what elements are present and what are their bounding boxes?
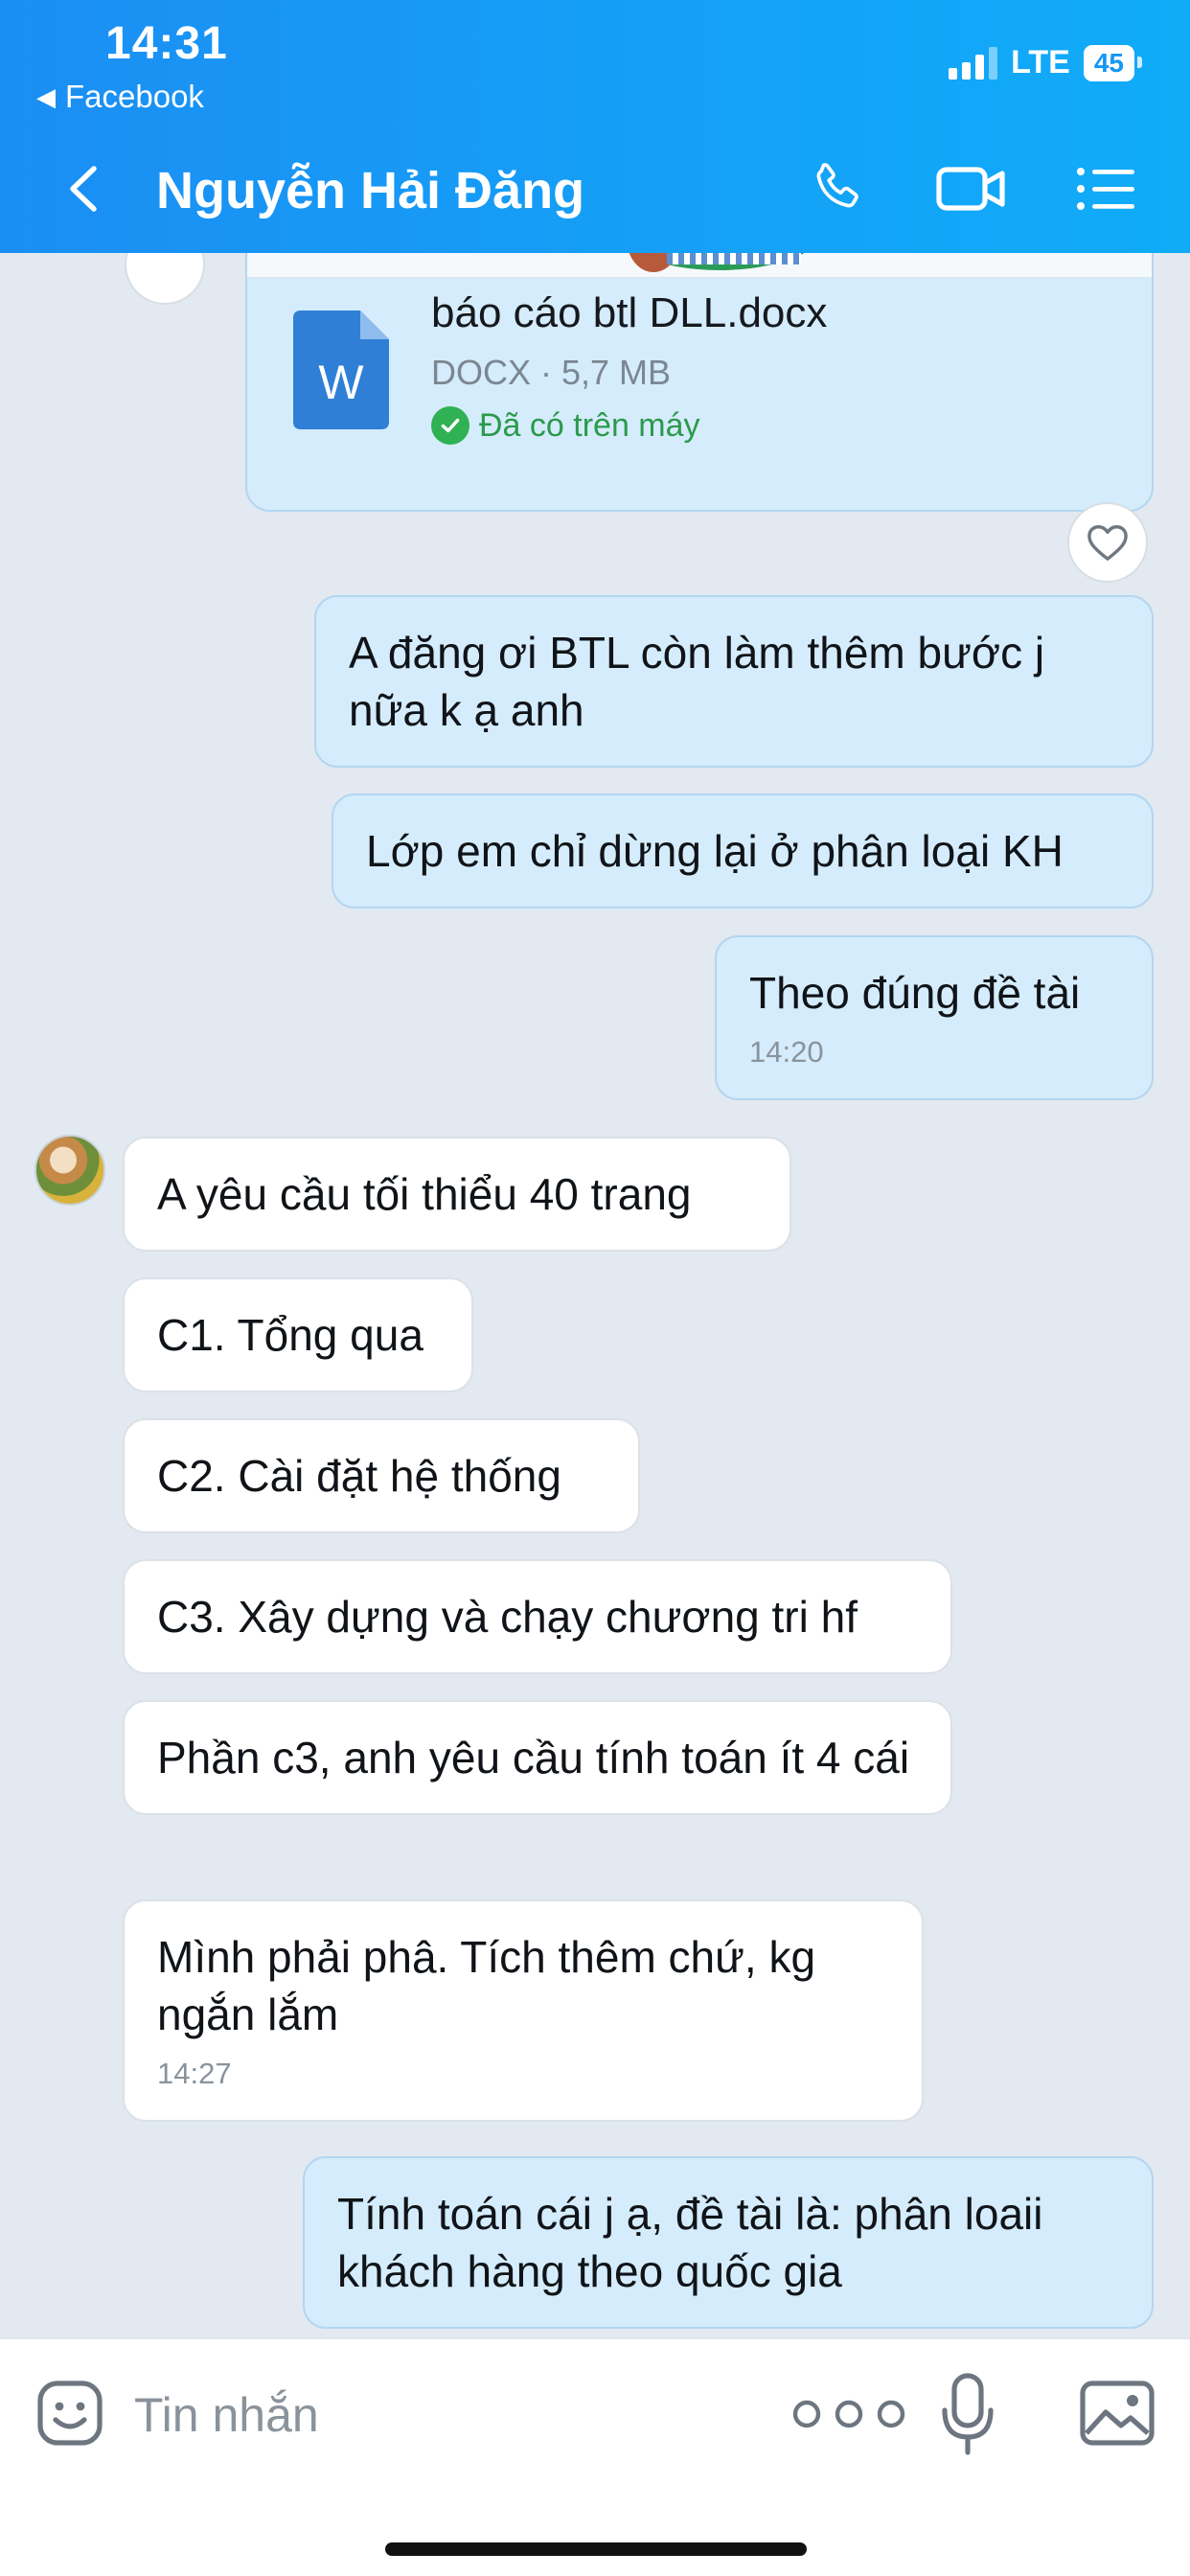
- conversation-options-button[interactable]: [1071, 155, 1140, 222]
- outgoing-message[interactable]: Tính toán cái j ạ, đề tài là: phân loaii…: [303, 2156, 1154, 2329]
- message-list[interactable]: W báo cáo btl DLL.docx DOCX · 5,7 MB Đã …: [0, 253, 1190, 2338]
- message-input[interactable]: [134, 2383, 709, 2447]
- network-label: LTE: [1011, 44, 1070, 80]
- battery-icon: 45: [1083, 44, 1143, 81]
- more-options-button[interactable]: [788, 2393, 910, 2435]
- video-call-button[interactable]: [931, 155, 1012, 222]
- file-status-label: Đã có trên máy: [479, 406, 700, 444]
- incoming-message[interactable]: C2. Cài đặt hệ thống: [123, 1418, 640, 1533]
- status-time: 14:31: [105, 18, 228, 69]
- sender-avatar[interactable]: [34, 1135, 105, 1206]
- file-name: báo cáo btl DLL.docx: [431, 289, 828, 336]
- message-text: C1. Tổng qua: [157, 1310, 423, 1360]
- voice-message-button[interactable]: [939, 2372, 996, 2458]
- call-button[interactable]: [799, 155, 876, 222]
- reaction-button-partial[interactable]: [125, 253, 205, 305]
- sticker-button[interactable]: [34, 2378, 105, 2449]
- incoming-message[interactable]: A yêu cầu tối thiểu 40 trang: [123, 1137, 791, 1252]
- message-text: C2. Cài đặt hệ thống: [157, 1451, 561, 1501]
- list-menu-icon: [1077, 168, 1134, 210]
- incoming-message[interactable]: C1. Tổng qua: [123, 1277, 473, 1392]
- word-document-icon: W: [293, 310, 389, 429]
- check-circle-icon: [431, 406, 469, 445]
- chevron-left-icon: [70, 166, 97, 212]
- conversation-title[interactable]: Nguyễn Hải Đăng: [156, 161, 584, 220]
- outgoing-message[interactable]: Lớp em chỉ dừng lại ở phân loại KH: [332, 794, 1154, 908]
- message-timestamp: 14:20: [749, 1035, 824, 1069]
- more-dots-icon: [792, 2400, 905, 2428]
- image-icon: [1080, 2380, 1155, 2446]
- incoming-message[interactable]: C3. Xây dựng và chạy chương tri hf: [123, 1559, 952, 1674]
- message-timestamp: 14:27: [157, 2057, 232, 2090]
- message-composer: [0, 2338, 1190, 2576]
- back-triangle-icon: ◀: [36, 81, 56, 111]
- signal-icon: [949, 46, 998, 80]
- message-text: Lớp em chỉ dừng lại ở phân loại KH: [366, 826, 1064, 876]
- incoming-message[interactable]: Phần c3, anh yêu cầu tính toán ít 4 cái: [123, 1700, 952, 1815]
- phone-icon: [816, 163, 858, 208]
- file-preview-thumbnail: [247, 253, 1152, 278]
- message-text: Tính toán cái j ạ, đề tài là: phân loaii…: [337, 2189, 1043, 2296]
- back-app-label: Facebook: [65, 79, 204, 114]
- heart-icon: [1087, 525, 1128, 561]
- chat-header: 14:31 ◀ Facebook LTE 45 Nguyễn Hải Đăng: [0, 0, 1190, 253]
- file-meta: DOCX · 5,7 MB: [431, 353, 672, 392]
- message-text: C3. Xây dựng và chạy chương tri hf: [157, 1592, 858, 1642]
- back-to-app-link[interactable]: ◀ Facebook: [36, 79, 204, 115]
- file-download-status: Đã có trên máy: [431, 406, 700, 445]
- home-indicator: [385, 2542, 807, 2556]
- image-picker-button[interactable]: [1079, 2378, 1156, 2449]
- message-text: Phần c3, anh yêu cầu tính toán ít 4 cái: [157, 1733, 910, 1782]
- university-logo-image: [609, 253, 830, 272]
- message-text: Mình phải phâ. Tích thêm chứ, kg ngắn lắ…: [157, 1932, 816, 2039]
- outgoing-message[interactable]: Theo đúng đề tài 14:20: [715, 935, 1154, 1100]
- video-camera-icon: [936, 167, 1005, 211]
- svg-text:W: W: [318, 356, 364, 409]
- outgoing-message[interactable]: A đăng ơi BTL còn làm thêm bước j nữa k …: [314, 595, 1154, 768]
- react-heart-button[interactable]: [1067, 502, 1148, 583]
- message-text: Theo đúng đề tài: [749, 968, 1081, 1018]
- microphone-icon: [942, 2373, 994, 2455]
- message-text: A yêu cầu tối thiểu 40 trang: [157, 1169, 692, 1219]
- back-button[interactable]: [57, 155, 109, 222]
- status-indicators: LTE 45: [949, 44, 1143, 81]
- incoming-message[interactable]: Mình phải phâ. Tích thêm chứ, kg ngắn lắ…: [123, 1899, 924, 2122]
- message-text: A đăng ơi BTL còn làm thêm bước j nữa k …: [349, 628, 1045, 735]
- emoji-icon: [37, 2380, 103, 2446]
- file-attachment-card[interactable]: W báo cáo btl DLL.docx DOCX · 5,7 MB Đã …: [245, 253, 1154, 512]
